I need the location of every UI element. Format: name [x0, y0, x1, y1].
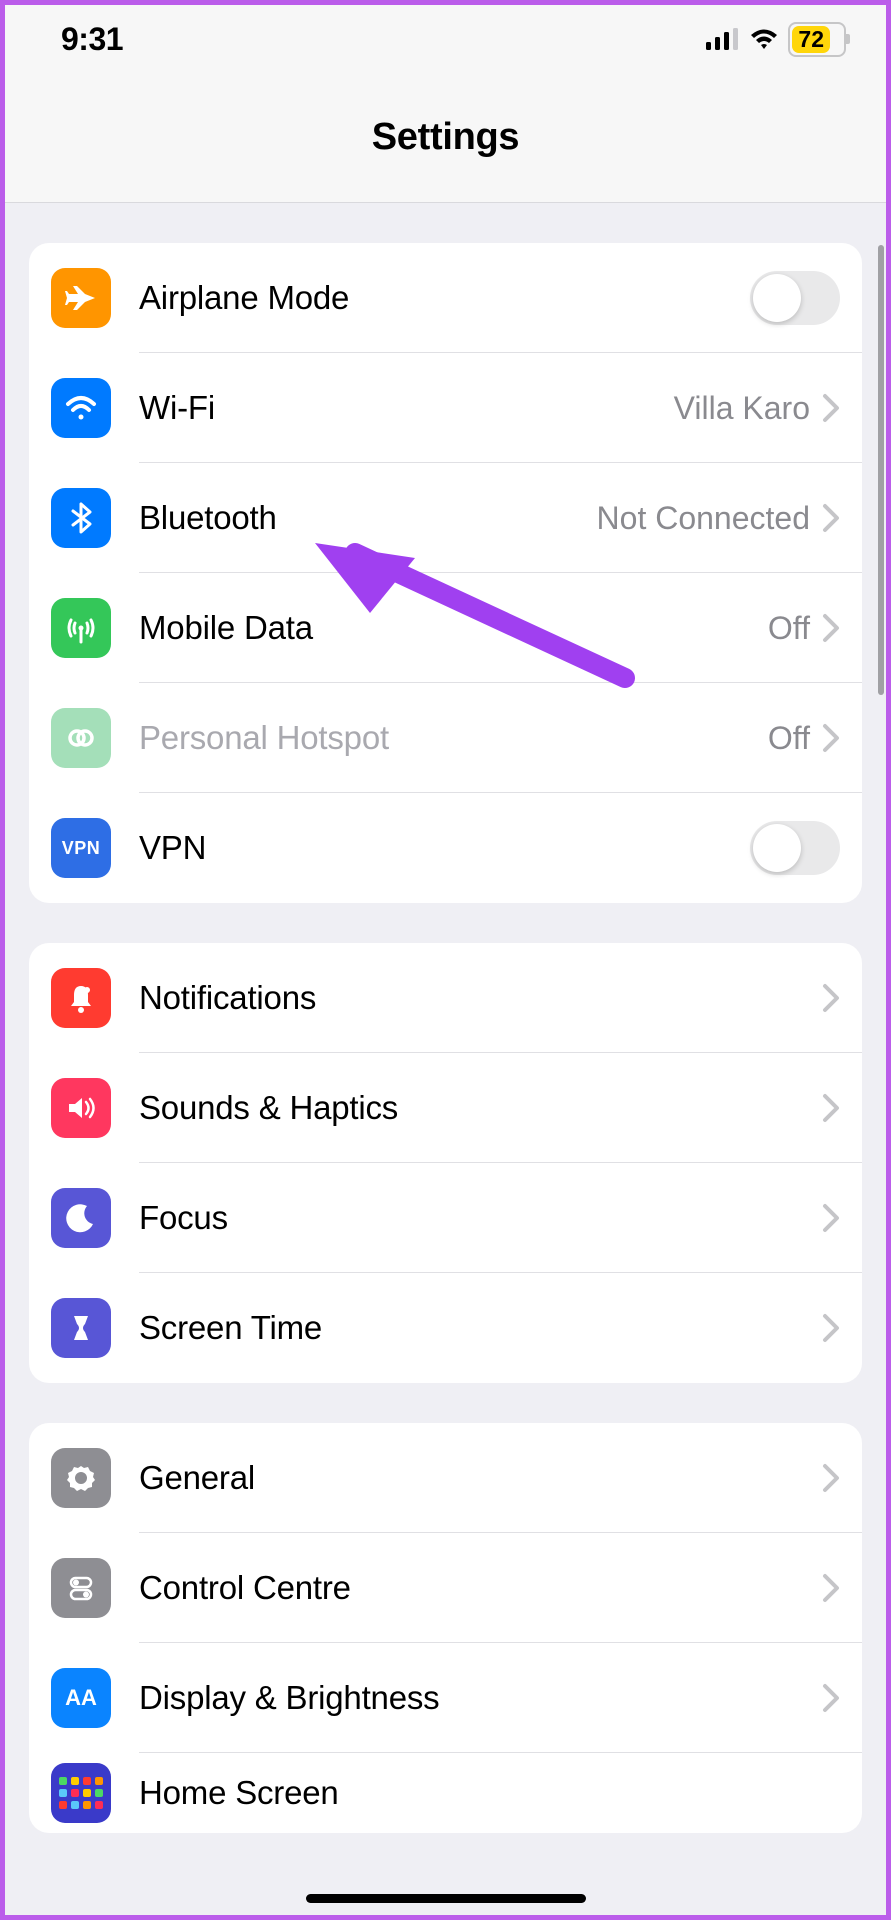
- row-detail: Off: [768, 610, 810, 647]
- chevron-right-icon: [822, 393, 840, 423]
- vpn-icon: VPN: [51, 818, 111, 878]
- row-label: Display & Brightness: [139, 1679, 822, 1717]
- chevron-right-icon: [822, 1683, 840, 1713]
- chevron-right-icon: [822, 723, 840, 753]
- row-label: Screen Time: [139, 1309, 822, 1347]
- settings-content[interactable]: Airplane Mode Wi-Fi Villa Karo: [5, 203, 886, 1915]
- home-indicator[interactable]: [306, 1894, 586, 1903]
- row-mobile-data[interactable]: Mobile Data Off: [29, 573, 862, 683]
- chevron-right-icon: [822, 613, 840, 643]
- wifi-status-icon: [748, 27, 780, 51]
- row-display[interactable]: AA Display & Brightness: [29, 1643, 862, 1753]
- row-notifications[interactable]: Notifications: [29, 943, 862, 1053]
- row-screen-time[interactable]: Screen Time: [29, 1273, 862, 1383]
- scrollbar[interactable]: [878, 245, 884, 695]
- airplane-icon: [51, 268, 111, 328]
- row-label: Control Centre: [139, 1569, 822, 1607]
- alerts-group: Notifications Sounds & Haptics: [29, 943, 862, 1383]
- status-bar: 9:31 72: [5, 5, 886, 73]
- row-focus[interactable]: Focus: [29, 1163, 862, 1273]
- connectivity-group: Airplane Mode Wi-Fi Villa Karo: [29, 243, 862, 903]
- row-wifi[interactable]: Wi-Fi Villa Karo: [29, 353, 862, 463]
- display-icon: AA: [51, 1668, 111, 1728]
- row-sounds[interactable]: Sounds & Haptics: [29, 1053, 862, 1163]
- row-detail: Villa Karo: [674, 390, 810, 427]
- row-label: VPN: [139, 829, 750, 867]
- page-title: Settings: [372, 116, 520, 159]
- row-detail: Not Connected: [597, 500, 810, 537]
- row-detail: Off: [768, 720, 810, 757]
- row-label: Notifications: [139, 979, 822, 1017]
- notifications-icon: [51, 968, 111, 1028]
- wifi-icon: [51, 378, 111, 438]
- status-time: 9:31: [61, 21, 123, 58]
- chevron-right-icon: [822, 1313, 840, 1343]
- row-label: Bluetooth: [139, 499, 597, 537]
- bluetooth-icon: [51, 488, 111, 548]
- chevron-right-icon: [822, 503, 840, 533]
- control-centre-icon: [51, 1558, 111, 1618]
- chevron-right-icon: [822, 1573, 840, 1603]
- chevron-right-icon: [822, 1203, 840, 1233]
- row-label: Personal Hotspot: [139, 719, 768, 757]
- general-icon: [51, 1448, 111, 1508]
- row-label: Home Screen: [139, 1774, 840, 1812]
- row-label: Focus: [139, 1199, 822, 1237]
- system-group: General Control Centre AA: [29, 1423, 862, 1833]
- screentime-icon: [51, 1298, 111, 1358]
- hotspot-icon: [51, 708, 111, 768]
- chevron-right-icon: [822, 1093, 840, 1123]
- mobile-data-icon: [51, 598, 111, 658]
- row-label: Mobile Data: [139, 609, 768, 647]
- chevron-right-icon: [822, 1463, 840, 1493]
- cellular-signal-icon: [706, 28, 740, 50]
- row-control-centre[interactable]: Control Centre: [29, 1533, 862, 1643]
- battery-percent: 72: [792, 26, 830, 53]
- row-general[interactable]: General: [29, 1423, 862, 1533]
- airplane-toggle[interactable]: [750, 271, 840, 325]
- row-home-screen[interactable]: Home Screen: [29, 1753, 862, 1833]
- focus-icon: [51, 1188, 111, 1248]
- chevron-right-icon: [822, 983, 840, 1013]
- sounds-icon: [51, 1078, 111, 1138]
- row-label: Wi-Fi: [139, 389, 674, 427]
- row-label: Airplane Mode: [139, 279, 750, 317]
- battery-indicator: 72: [788, 22, 846, 57]
- row-airplane-mode[interactable]: Airplane Mode: [29, 243, 862, 353]
- row-personal-hotspot[interactable]: Personal Hotspot Off: [29, 683, 862, 793]
- row-label: General: [139, 1459, 822, 1497]
- home-screen-icon: [51, 1763, 111, 1823]
- row-label: Sounds & Haptics: [139, 1089, 822, 1127]
- vpn-toggle[interactable]: [750, 821, 840, 875]
- row-bluetooth[interactable]: Bluetooth Not Connected: [29, 463, 862, 573]
- row-vpn[interactable]: VPN VPN: [29, 793, 862, 903]
- navigation-header: Settings: [5, 73, 886, 203]
